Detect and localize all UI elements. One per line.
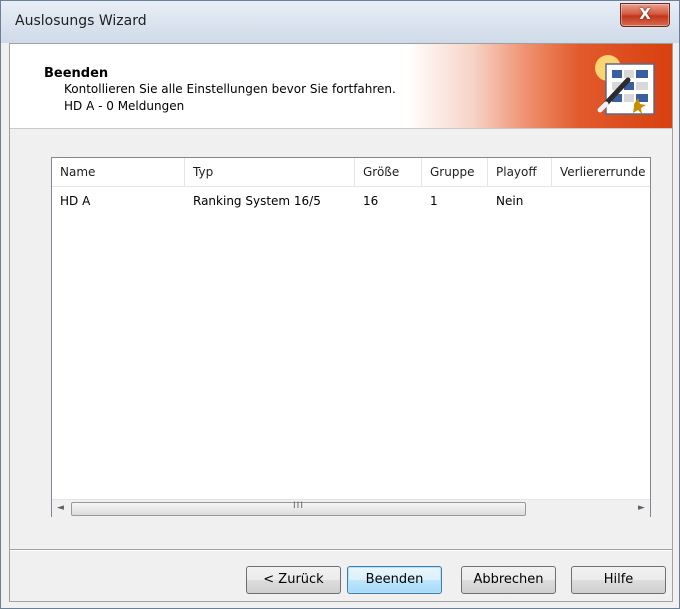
- wizard-window: Auslosungs Wizard X Beenden Kontollieren…: [0, 0, 680, 609]
- list-header: Name Typ Größe Gruppe Playoff Verliererr…: [52, 158, 650, 187]
- wizard-icon: [595, 55, 655, 115]
- scroll-left-icon[interactable]: ◄: [52, 500, 69, 517]
- cancel-button[interactable]: Abbrechen: [461, 566, 556, 594]
- scroll-right-icon[interactable]: ►: [633, 500, 650, 517]
- table-row[interactable]: HD A Ranking System 16/5 16 1 Nein: [52, 190, 650, 212]
- back-button[interactable]: < Zurück: [246, 566, 341, 594]
- button-separator: [10, 549, 672, 551]
- close-button[interactable]: X: [620, 3, 670, 27]
- title-bar[interactable]: Auslosungs Wizard X: [1, 1, 679, 43]
- cell-name: HD A: [60, 194, 91, 208]
- step-description: Kontollieren Sie alle Einstellungen bevo…: [64, 82, 396, 96]
- wizard-content: Beenden Kontollieren Sie alle Einstellun…: [9, 43, 673, 602]
- horizontal-scrollbar[interactable]: ◄ III ►: [52, 499, 650, 517]
- wizard-header: Beenden Kontollieren Sie alle Einstellun…: [10, 44, 672, 129]
- finish-button[interactable]: Beenden: [347, 566, 442, 594]
- summary-list[interactable]: Name Typ Größe Gruppe Playoff Verliererr…: [51, 157, 651, 517]
- cell-typ: Ranking System 16/5: [193, 194, 321, 208]
- column-header-gruppe[interactable]: Gruppe: [422, 158, 488, 186]
- column-header-verliererrunde[interactable]: Verliererrunde: [552, 158, 650, 186]
- column-header-name[interactable]: Name: [52, 158, 185, 186]
- column-header-playoff[interactable]: Playoff: [488, 158, 552, 186]
- step-title: Beenden: [44, 66, 109, 81]
- cell-playoff: Nein: [496, 194, 524, 208]
- column-header-typ[interactable]: Typ: [185, 158, 355, 186]
- close-icon: X: [639, 5, 651, 23]
- cell-gruppe: 1: [430, 194, 438, 208]
- grip-icon: III: [293, 501, 304, 511]
- cell-verliererrunde: [552, 190, 560, 212]
- cell-groesse: 16: [363, 194, 379, 208]
- column-header-groesse[interactable]: Größe: [355, 158, 422, 186]
- event-info: HD A - 0 Meldungen: [64, 99, 185, 113]
- help-button[interactable]: Hilfe: [571, 566, 666, 594]
- window-title: Auslosungs Wizard: [15, 13, 147, 29]
- scrollbar-thumb[interactable]: III: [71, 501, 526, 516]
